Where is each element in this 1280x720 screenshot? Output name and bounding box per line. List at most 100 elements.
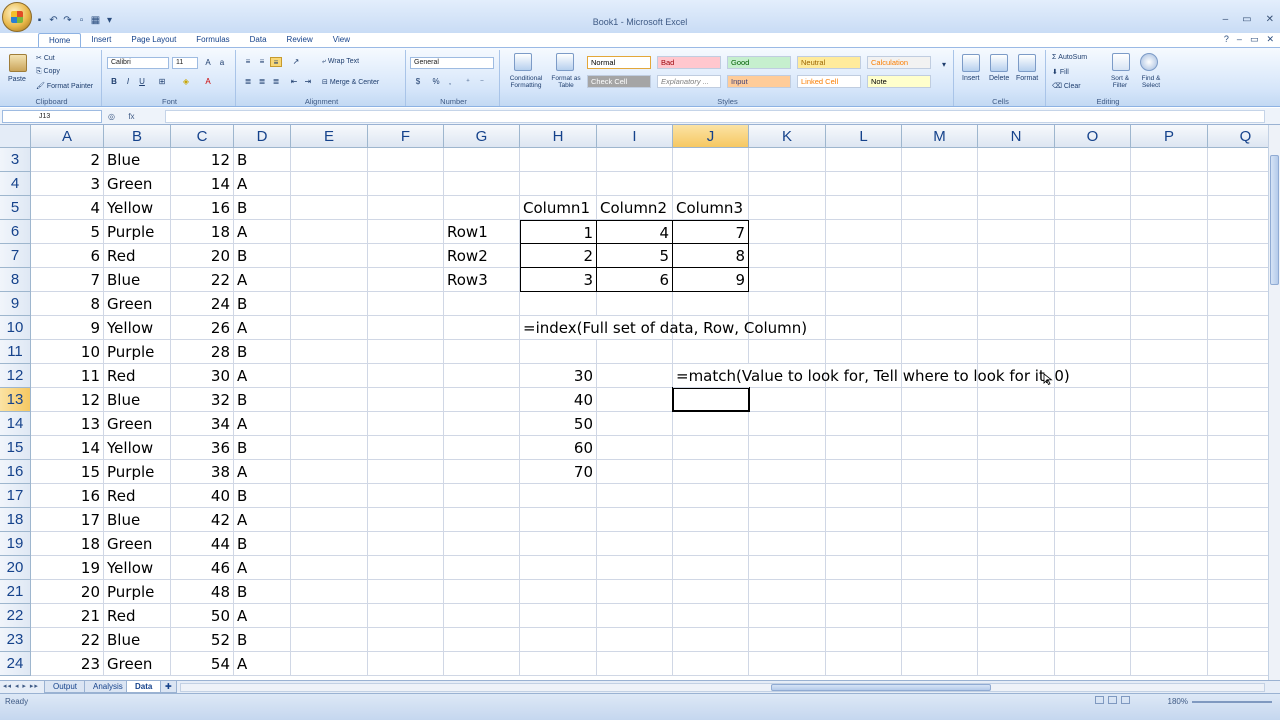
cell-b20[interactable]: Yellow <box>104 556 171 580</box>
row-header[interactable]: 24 <box>0 652 31 676</box>
cell-h17[interactable] <box>520 484 597 508</box>
cell-h24[interactable] <box>520 652 597 676</box>
cell-i18[interactable] <box>597 508 673 532</box>
cell-m23[interactable] <box>902 628 978 652</box>
cell-k19[interactable] <box>749 532 826 556</box>
cell-g11[interactable] <box>444 340 520 364</box>
cell-c14[interactable]: 34 <box>171 412 234 436</box>
cell-j21[interactable] <box>673 580 749 604</box>
italic-button[interactable]: I <box>122 77 134 87</box>
cell-g10[interactable] <box>444 316 520 340</box>
cell-p18[interactable] <box>1131 508 1208 532</box>
font-size-combo[interactable]: 11 <box>172 57 198 69</box>
column-header-c[interactable]: C <box>171 125 234 148</box>
column-header-h[interactable]: H <box>520 125 597 148</box>
font-color-icon[interactable]: A <box>202 77 214 87</box>
cell-d16[interactable]: A <box>234 460 291 484</box>
cell-k20[interactable] <box>749 556 826 580</box>
decrease-indent-icon[interactable]: ⇤ <box>288 77 300 87</box>
cell-k16[interactable] <box>749 460 826 484</box>
cell-o16[interactable] <box>1055 460 1131 484</box>
percent-button[interactable]: % <box>430 77 442 87</box>
cell-g18[interactable] <box>444 508 520 532</box>
font-name-combo[interactable]: Calibri <box>107 57 169 69</box>
tab-data[interactable]: Data <box>240 33 277 47</box>
increase-indent-icon[interactable]: ⇥ <box>302 77 314 87</box>
cell-k17[interactable] <box>749 484 826 508</box>
cell-o14[interactable] <box>1055 412 1131 436</box>
cell-d14[interactable]: A <box>234 412 291 436</box>
cell-o24[interactable] <box>1055 652 1131 676</box>
cell-n21[interactable] <box>978 580 1055 604</box>
cell-d13[interactable]: B <box>234 388 291 412</box>
borders-icon[interactable]: ⊞ <box>156 77 168 87</box>
cell-k13[interactable] <box>749 388 826 412</box>
cell-i21[interactable] <box>597 580 673 604</box>
cell-m3[interactable] <box>902 148 978 172</box>
cell-o15[interactable] <box>1055 436 1131 460</box>
cell-p17[interactable] <box>1131 484 1208 508</box>
cell-h22[interactable] <box>520 604 597 628</box>
cell-j20[interactable] <box>673 556 749 580</box>
cell-n11[interactable] <box>978 340 1055 364</box>
row-header[interactable]: 4 <box>0 172 31 196</box>
cell-k5[interactable] <box>749 196 826 220</box>
cell-b14[interactable]: Green <box>104 412 171 436</box>
cell-n19[interactable] <box>978 532 1055 556</box>
fill-color-icon[interactable]: ◈ <box>180 77 192 87</box>
cell-d4[interactable]: A <box>234 172 291 196</box>
column-header-b[interactable]: B <box>104 125 171 148</box>
cell-d20[interactable]: A <box>234 556 291 580</box>
cell-m22[interactable] <box>902 604 978 628</box>
cell-f9[interactable] <box>368 292 444 316</box>
cell-b15[interactable]: Yellow <box>104 436 171 460</box>
cell-f11[interactable] <box>368 340 444 364</box>
cell-c11[interactable]: 28 <box>171 340 234 364</box>
sheet-tab-data[interactable]: Data <box>126 681 162 693</box>
cell-c16[interactable]: 38 <box>171 460 234 484</box>
cell-p21[interactable] <box>1131 580 1208 604</box>
cell-m14[interactable] <box>902 412 978 436</box>
cell-f18[interactable] <box>368 508 444 532</box>
align-right-icon[interactable]: ≣ <box>270 77 282 87</box>
decrease-decimal-icon[interactable]: ⁻ <box>476 77 488 87</box>
cell-f7[interactable] <box>368 244 444 268</box>
cell-o8[interactable] <box>1055 268 1131 292</box>
style-good[interactable]: Good <box>727 56 791 69</box>
cell-h10[interactable]: =index(Full set of data, Row, Column) <box>520 316 807 340</box>
column-header-p[interactable]: P <box>1131 125 1208 148</box>
cell-k4[interactable] <box>749 172 826 196</box>
cell-b17[interactable]: Red <box>104 484 171 508</box>
cell-h8[interactable]: 3 <box>520 268 597 292</box>
name-box[interactable]: J13 <box>2 110 102 123</box>
column-header-n[interactable]: N <box>978 125 1055 148</box>
tab-view[interactable]: View <box>323 33 360 47</box>
row-header[interactable]: 17 <box>0 484 31 508</box>
cell-d7[interactable]: B <box>234 244 291 268</box>
conditional-formatting-icon[interactable] <box>514 53 532 71</box>
align-left-icon[interactable]: ≣ <box>242 77 254 87</box>
cell-a16[interactable]: 15 <box>31 460 104 484</box>
cell-m10[interactable] <box>902 316 978 340</box>
row-header[interactable]: 23 <box>0 628 31 652</box>
row-header[interactable]: 20 <box>0 556 31 580</box>
normal-view-icon[interactable] <box>1095 696 1104 704</box>
column-header-l[interactable]: L <box>826 125 902 148</box>
cell-e3[interactable] <box>291 148 368 172</box>
vertical-scrollbar[interactable] <box>1268 125 1280 680</box>
cell-g13[interactable] <box>444 388 520 412</box>
cell-j8[interactable]: 9 <box>673 268 749 292</box>
cell-l8[interactable] <box>826 268 902 292</box>
column-header-m[interactable]: M <box>902 125 978 148</box>
orientation-icon[interactable]: ↗ <box>290 57 302 67</box>
cell-e7[interactable] <box>291 244 368 268</box>
cell-o18[interactable] <box>1055 508 1131 532</box>
cell-o23[interactable] <box>1055 628 1131 652</box>
cell-c24[interactable]: 54 <box>171 652 234 676</box>
align-center-icon[interactable]: ≣ <box>256 77 268 87</box>
cell-c22[interactable]: 50 <box>171 604 234 628</box>
cell-o3[interactable] <box>1055 148 1131 172</box>
style-neutral[interactable]: Neutral <box>797 56 861 69</box>
copy-button[interactable]: ⎘ Copy <box>36 68 60 76</box>
cell-p12[interactable] <box>1131 364 1208 388</box>
